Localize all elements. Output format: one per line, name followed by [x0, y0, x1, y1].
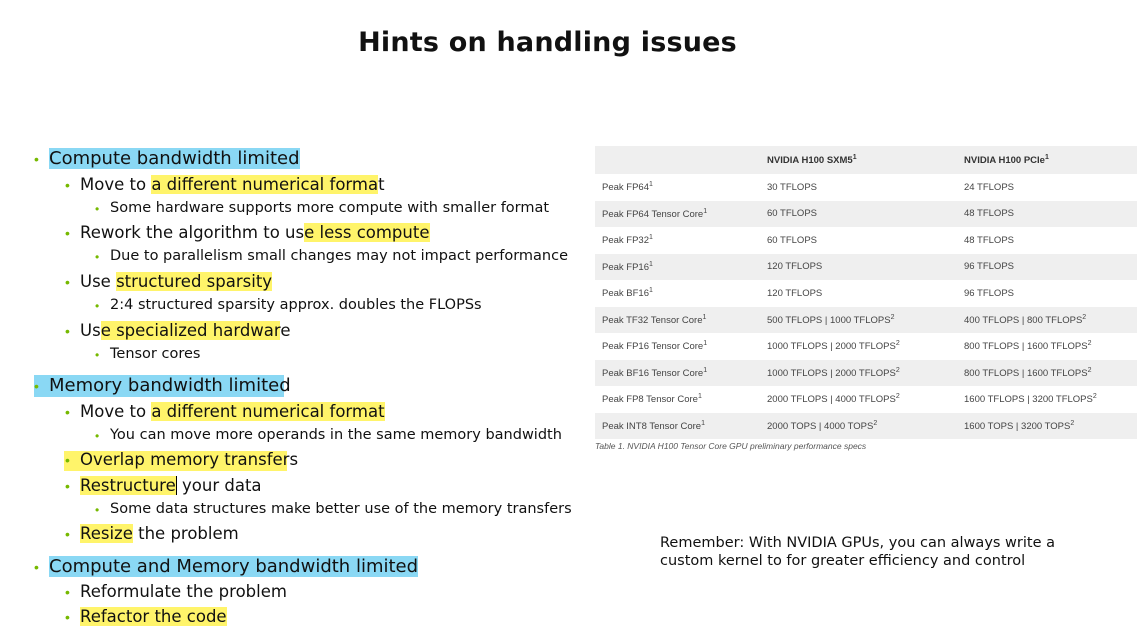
table-header-row: NVIDIA H100 SXM51 NVIDIA H100 PCIe1: [595, 146, 1137, 174]
list-item: You can move more operands in the same m…: [110, 427, 562, 443]
list-item: Rework the algorithm to use less compute: [80, 223, 430, 242]
table-row: Peak INT8 Tensor Core1 2000 TOPS | 4000 …: [595, 412, 1137, 439]
bullet-dot: •: [95, 348, 100, 362]
list-item: Compute bandwidth limited: [49, 148, 300, 169]
bullet-dot: •: [65, 478, 70, 494]
bullet-dot: •: [65, 274, 70, 290]
bullet-dot: •: [65, 584, 70, 600]
table-row: Peak FP16 Tensor Core1 1000 TFLOPS | 200…: [602, 340, 1092, 353]
bullet-dot: •: [65, 609, 70, 625]
table-caption: Table 1. NVIDIA H100 Tensor Core GPU pre…: [595, 441, 867, 451]
bullet-dot: •: [34, 559, 39, 575]
list-item: Some data structures make better use of …: [110, 501, 572, 517]
table-row: Peak FP321 60 TFLOPS 48 TFLOPS: [602, 234, 1014, 247]
table-row: Peak FP641 30 TFLOPS 24 TFLOPS: [602, 181, 1014, 194]
column-header: NVIDIA H100 PCIe1: [957, 146, 1137, 174]
list-item: 2:4 structured sparsity approx. doubles …: [110, 297, 482, 313]
bullet-dot: •: [95, 299, 100, 313]
list-item: Move to a different numerical format: [80, 175, 385, 194]
list-item: Resize the problem: [80, 524, 239, 543]
h100-specs-table: NVIDIA H100 SXM51 NVIDIA H100 PCIe1 Peak…: [595, 146, 1137, 439]
bullet-dot: •: [65, 323, 70, 339]
list-item: Compute and Memory bandwidth limited: [49, 556, 419, 577]
list-item: Overlap memory transfers: [80, 450, 299, 469]
list-item: Use structured sparsity: [80, 272, 273, 291]
bullet-dot: •: [65, 404, 70, 420]
slide-title: Hints on handling issues: [358, 27, 737, 58]
list-item: Move to a different numerical format: [80, 402, 385, 421]
column-header: [595, 146, 760, 174]
table-row: Peak FP8 Tensor Core1 2000 TFLOPS | 4000…: [602, 393, 1097, 406]
list-item: Restructure your data: [80, 476, 262, 495]
reminder-note: Remember: With NVIDIA GPUs, you can alwa…: [660, 535, 1056, 569]
bullet-dot: •: [34, 378, 39, 394]
list-item: Tensor cores: [110, 346, 201, 362]
bullet-dot: •: [65, 452, 70, 468]
table-row: Peak BF16 Tensor Core1 1000 TFLOPS | 200…: [595, 359, 1137, 386]
bullet-dot: •: [95, 202, 100, 216]
list-item: Some hardware supports more compute with…: [110, 200, 550, 216]
table-row: Peak FP161 120 TFLOPS 96 TFLOPS: [595, 253, 1137, 280]
table-row: Peak FP64 Tensor Core1 60 TFLOPS 48 TFLO…: [595, 200, 1137, 227]
table-row: Peak TF32 Tensor Core1 500 TFLOPS | 1000…: [595, 306, 1137, 333]
bullet-dot: •: [65, 526, 70, 542]
list-item: Use specialized hardware: [80, 321, 291, 340]
list-item: Due to parallelism small changes may not…: [110, 248, 568, 264]
list-item: Refactor the code: [80, 607, 227, 626]
bullet-dot: •: [65, 225, 70, 241]
list-item: Reformulate the problem: [80, 582, 287, 601]
column-header: NVIDIA H100 SXM51: [760, 146, 957, 174]
bullet-dot: •: [65, 177, 70, 193]
bullet-dot: •: [34, 151, 39, 167]
bullet-dot: •: [95, 429, 100, 443]
bullet-dot: •: [95, 503, 100, 517]
table-row: Peak BF161 120 TFLOPS 96 TFLOPS: [602, 287, 1014, 300]
list-item: Memory bandwidth limited: [49, 375, 291, 396]
bullet-dot: •: [95, 250, 100, 264]
